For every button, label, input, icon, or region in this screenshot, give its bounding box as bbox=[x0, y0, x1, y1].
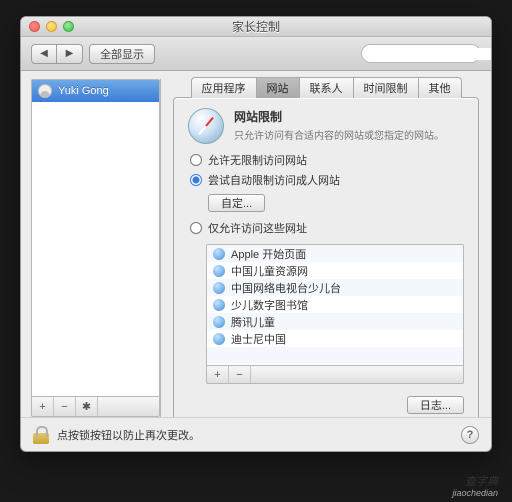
show-all-button[interactable]: 全部显示 bbox=[89, 44, 155, 64]
forward-button[interactable]: ▶ bbox=[57, 44, 83, 64]
titlebar: 家长控制 bbox=[21, 17, 491, 37]
nav-buttons: ◀ ▶ bbox=[31, 44, 83, 64]
web-options: 允许无限制访问网站 尝试自动限制访问成人网站 自定... 仅允许访问这些网址 bbox=[190, 152, 464, 236]
radio-auto[interactable]: 尝试自动限制访问成人网站 bbox=[190, 172, 464, 188]
site-name: Apple 开始页面 bbox=[231, 246, 306, 262]
tab-apps[interactable]: 应用程序 bbox=[191, 77, 257, 98]
main: 应用程序 网站 联系人 时间限制 其他 网站限制 只允许访问有合适内容的网站或您… bbox=[161, 71, 491, 417]
toolbar: ◀ ▶ 全部显示 bbox=[21, 37, 491, 71]
lock-icon[interactable] bbox=[33, 426, 49, 444]
radio-whitelist[interactable]: 仅允许访问这些网址 bbox=[190, 220, 464, 236]
add-user-button[interactable]: + bbox=[32, 397, 54, 416]
tabs: 应用程序 网站 联系人 时间限制 其他 bbox=[191, 77, 462, 98]
user-name: Yuki Gong bbox=[58, 85, 109, 97]
site-name: 中国网络电视台少儿台 bbox=[231, 280, 341, 296]
radio-unrestricted[interactable]: 允许无限制访问网站 bbox=[190, 152, 464, 168]
add-site-button[interactable]: + bbox=[207, 366, 229, 383]
tab-web[interactable]: 网站 bbox=[257, 77, 300, 98]
site-name: 少儿数字图书馆 bbox=[231, 297, 308, 313]
panel-header: 网站限制 只允许访问有合适内容的网站或您指定的网站。 bbox=[188, 108, 464, 144]
site-name: 腾讯儿童 bbox=[231, 314, 275, 330]
footer: 点按锁按钮以防止再次更改。 ? bbox=[21, 417, 491, 451]
list-item[interactable]: 中国儿童资源网 bbox=[207, 262, 463, 279]
list-item bbox=[207, 347, 463, 364]
customize-button[interactable]: 自定... bbox=[208, 194, 265, 212]
whitelist[interactable]: Apple 开始页面 中国儿童资源网 中国网络电视台少儿台 少儿数字图书馆 腾讯… bbox=[206, 244, 464, 366]
safari-icon bbox=[188, 108, 224, 144]
watermark-text: 查字典 bbox=[465, 476, 498, 488]
tab-time[interactable]: 时间限制 bbox=[354, 77, 419, 98]
remove-user-button[interactable]: − bbox=[54, 397, 76, 416]
globe-icon bbox=[213, 265, 225, 277]
tab-contacts[interactable]: 联系人 bbox=[300, 77, 354, 98]
globe-icon bbox=[213, 282, 225, 294]
user-row[interactable]: Yuki Gong bbox=[32, 80, 159, 102]
user-actions-button[interactable]: ✱ bbox=[76, 397, 98, 416]
tab-other[interactable]: 其他 bbox=[419, 77, 462, 98]
lock-text: 点按锁按钮以防止再次更改。 bbox=[57, 427, 200, 443]
window-title: 家长控制 bbox=[21, 18, 491, 35]
radio-unrestricted-input[interactable] bbox=[190, 154, 202, 166]
radio-whitelist-label: 仅允许访问这些网址 bbox=[208, 220, 307, 236]
radio-auto-input[interactable] bbox=[190, 174, 202, 186]
panel-web: 网站限制 只允许访问有合适内容的网站或您指定的网站。 允许无限制访问网站 尝试自… bbox=[173, 97, 479, 425]
search-input[interactable] bbox=[361, 44, 481, 63]
list-item[interactable]: 迪士尼中国 bbox=[207, 330, 463, 347]
whitelist-footer: + − bbox=[206, 366, 464, 384]
globe-icon bbox=[213, 248, 225, 260]
list-item[interactable]: Apple 开始页面 bbox=[207, 245, 463, 262]
remove-site-button[interactable]: − bbox=[229, 366, 251, 383]
logs-button[interactable]: 日志... bbox=[407, 396, 464, 414]
site-name: 迪士尼中国 bbox=[231, 331, 286, 347]
site-name: 中国儿童资源网 bbox=[231, 263, 308, 279]
radio-auto-label: 尝试自动限制访问成人网站 bbox=[208, 172, 340, 188]
sidebar: Yuki Gong + − ✱ bbox=[31, 79, 161, 417]
prefs-window: 家长控制 ◀ ▶ 全部显示 Yuki Gong + − ✱ bbox=[20, 16, 492, 452]
globe-icon bbox=[213, 299, 225, 311]
globe-icon bbox=[213, 333, 225, 345]
user-list[interactable]: Yuki Gong bbox=[31, 79, 160, 397]
list-item[interactable]: 少儿数字图书馆 bbox=[207, 296, 463, 313]
back-button[interactable]: ◀ bbox=[31, 44, 57, 64]
radio-whitelist-input[interactable] bbox=[190, 222, 202, 234]
user-avatar-icon bbox=[38, 84, 52, 98]
search-field[interactable] bbox=[372, 48, 492, 60]
watermark: 查字典 jiaochedian bbox=[452, 469, 498, 498]
list-item[interactable]: 中国网络电视台少儿台 bbox=[207, 279, 463, 296]
panel-title: 网站限制 bbox=[234, 108, 444, 125]
list-item[interactable]: 腾讯儿童 bbox=[207, 313, 463, 330]
sidebar-footer: + − ✱ bbox=[31, 397, 160, 417]
globe-icon bbox=[213, 316, 225, 328]
radio-unrestricted-label: 允许无限制访问网站 bbox=[208, 152, 307, 168]
help-button[interactable]: ? bbox=[461, 426, 479, 444]
watermark-sub: jiaochedian bbox=[452, 489, 498, 498]
panel-subtitle: 只允许访问有合适内容的网站或您指定的网站。 bbox=[234, 127, 444, 142]
